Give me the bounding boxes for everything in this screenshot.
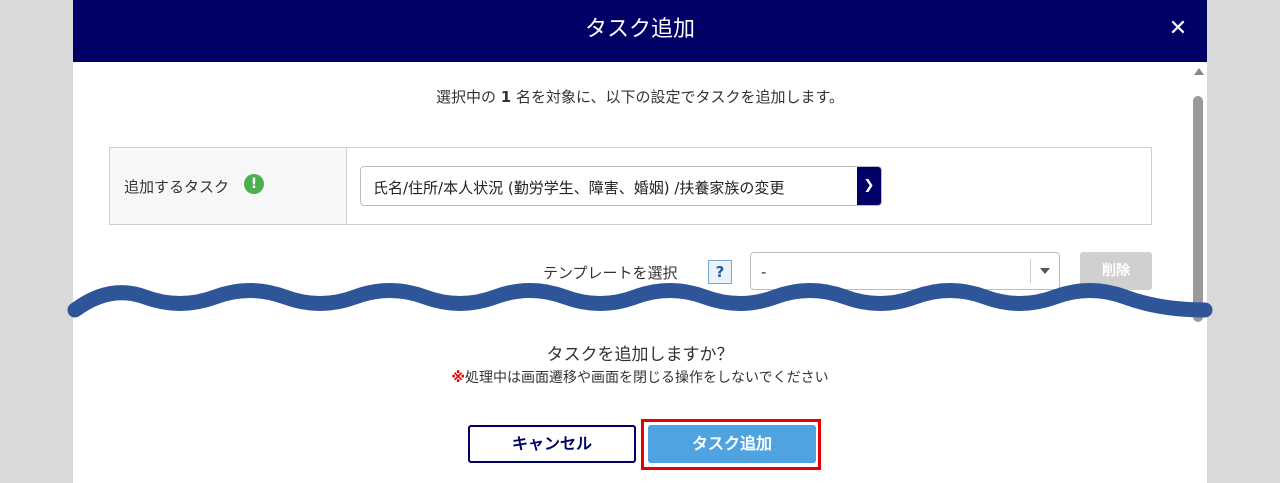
intro-count: 1 (500, 88, 512, 106)
task-select[interactable]: 氏名/住所/本人状況 (勤労学生、障害、婚姻) /扶養家族の変更 ❯ (360, 166, 882, 206)
warning-line: ※処理中は画面遷移や画面を閉じる操作をしないでください (73, 367, 1207, 387)
task-select-value: 氏名/住所/本人状況 (勤労学生、障害、婚姻) /扶養家族の変更 (373, 179, 785, 197)
intro-text: 選択中の 1 名を対象に、以下の設定でタスクを追加します。 (73, 86, 1207, 107)
cancel-button[interactable]: キャンセル (468, 425, 636, 463)
task-add-dialog: タスク追加 ✕ 選択中の 1 名を対象に、以下の設定でタスクを追加します。 追加… (73, 0, 1207, 483)
add-task-button[interactable]: タスク追加 (648, 425, 816, 463)
intro-prefix: 選択中の (435, 88, 501, 106)
info-icon[interactable]: ! (244, 174, 264, 194)
task-settings-table: 追加するタスク ! 氏名/住所/本人状況 (勤労学生、障害、婚姻) /扶養家族の… (109, 147, 1152, 225)
warning-mark: ※ (451, 370, 466, 386)
close-icon[interactable]: ✕ (1163, 14, 1193, 44)
dialog-header: タスク追加 ✕ (73, 0, 1207, 62)
intro-suffix: 名を対象に、以下の設定でタスクを追加します。 (511, 88, 845, 106)
task-label: 追加するタスク (124, 178, 230, 196)
wave-separator (67, 283, 1213, 318)
warning-text: 処理中は画面遷移や画面を閉じる操作をしないでください (465, 370, 829, 386)
task-label-cell: 追加するタスク ! (110, 148, 347, 224)
wave-line (67, 283, 1213, 318)
scroll-up-icon[interactable] (1194, 68, 1204, 75)
chevron-down-icon[interactable]: ❯ (857, 167, 881, 205)
dialog-title: タスク追加 (584, 17, 695, 42)
